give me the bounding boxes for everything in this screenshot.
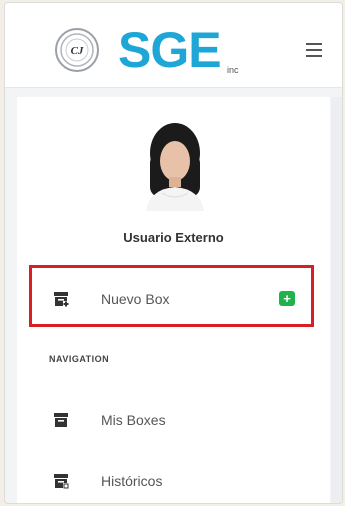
user-name: Usuario Externo [123, 230, 224, 245]
seal-text: CJ [71, 45, 84, 57]
sidebar-item-label: Históricos [101, 473, 163, 489]
avatar [146, 123, 204, 211]
sidebar-item-nuevo-box[interactable]: Nuevo Box + [17, 283, 330, 313]
archive-box-icon [54, 413, 68, 427]
navigation-heading: NAVIGATION [49, 354, 110, 364]
sidebar-item-historicos[interactable]: Históricos [17, 465, 330, 495]
archive-add-icon [54, 292, 69, 307]
content-edge [331, 97, 342, 503]
sidebar: Usuario Externo Nuevo Box + NAVIGATION M… [17, 97, 330, 503]
logo-seal: CJ [55, 28, 99, 72]
sidebar-item-label: Mis Boxes [101, 412, 166, 428]
sidebar-item-mis-boxes[interactable]: Mis Boxes [17, 404, 330, 434]
hamburger-icon[interactable] [306, 43, 322, 57]
top-bar: CJ SGE inc [5, 3, 342, 88]
add-box-button[interactable]: + [279, 291, 295, 306]
app-logo: SGE [118, 22, 222, 78]
seal-icon: CJ [60, 33, 94, 67]
logo-subtitle: inc [227, 65, 239, 75]
app-frame: CJ SGE inc Usuario Externo Nuevo Box + N… [4, 2, 343, 504]
sidebar-item-label: Nuevo Box [101, 291, 170, 307]
archive-history-icon [54, 474, 69, 489]
